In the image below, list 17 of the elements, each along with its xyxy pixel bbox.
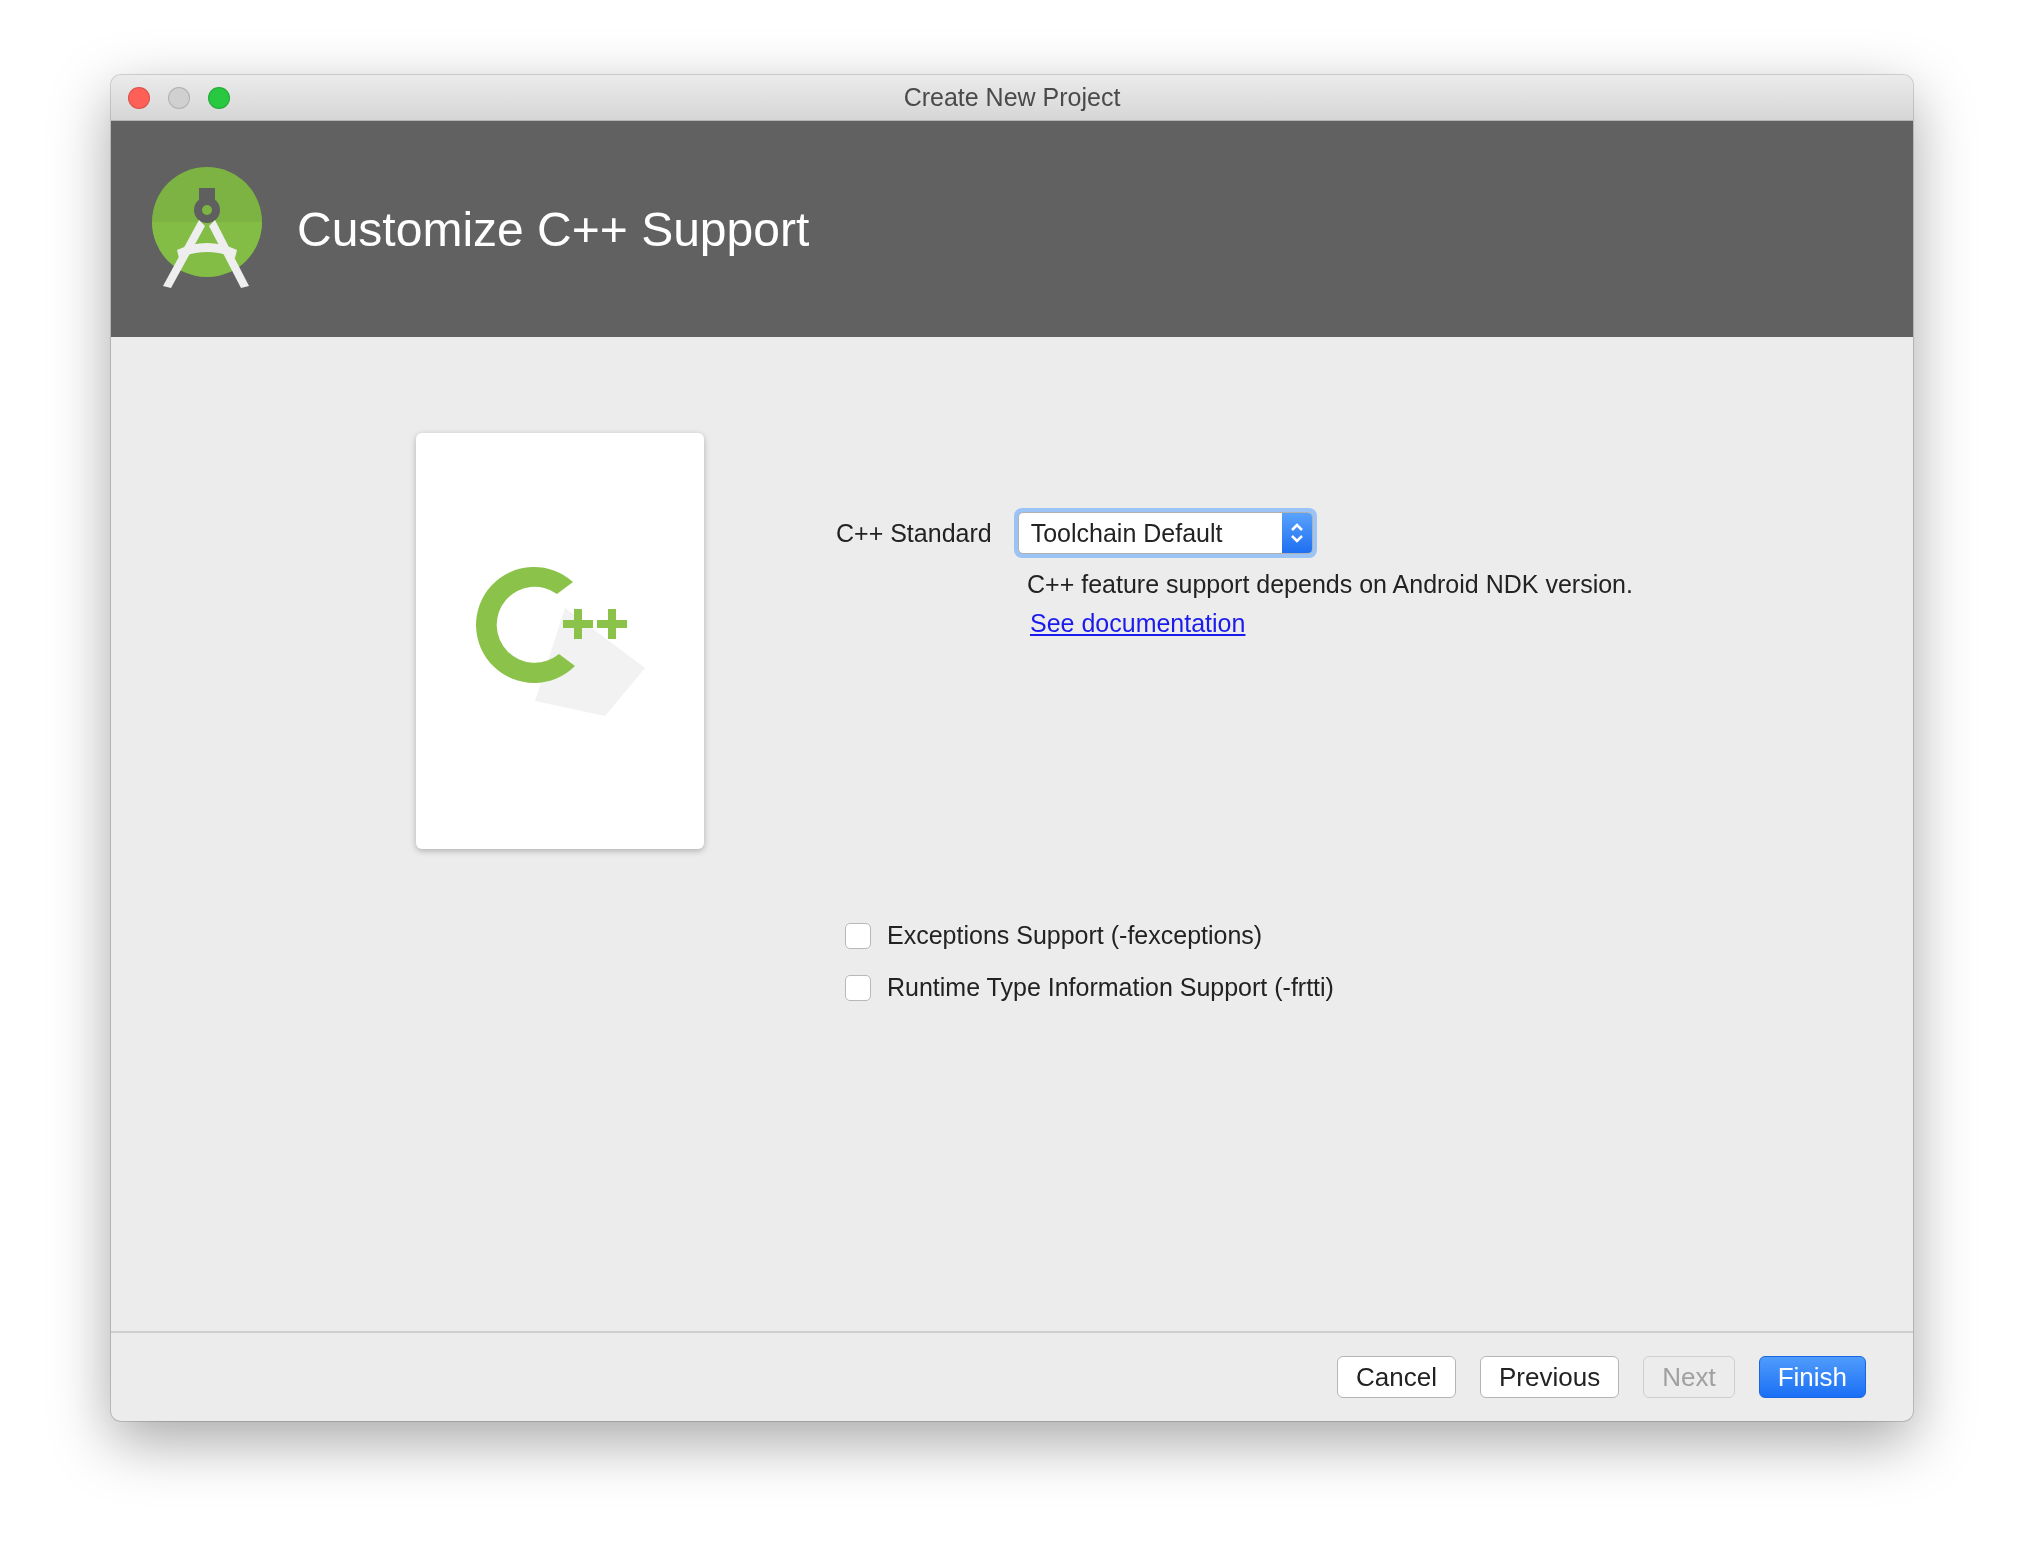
standard-dropdown[interactable]: Toolchain Default bbox=[1013, 508, 1317, 558]
dialog-button[interactable]: Previous bbox=[1480, 1356, 1620, 1398]
stepper-icon bbox=[1281, 513, 1312, 553]
hint-text: C++ feature support depends on Android NDK version. bbox=[1027, 570, 1633, 599]
checkbox-label: Runtime Type Information Support (-frtti) bbox=[887, 973, 1334, 1002]
page-title: Customize C++ Support bbox=[297, 201, 810, 257]
checkbox[interactable] bbox=[845, 974, 871, 1001]
close-button[interactable] bbox=[128, 86, 150, 109]
primary-button[interactable]: Finish bbox=[1758, 1356, 1866, 1398]
checkbox-label: Exceptions Support (-fexceptions) bbox=[887, 921, 1263, 950]
dialog-button[interactable]: Cancel bbox=[1337, 1356, 1456, 1398]
zoom-button[interactable] bbox=[208, 86, 230, 109]
field-label: C++ Standard bbox=[836, 518, 992, 548]
minimize-button[interactable] bbox=[168, 86, 190, 109]
window-title: Create New Project bbox=[902, 83, 1122, 112]
checkbox[interactable] bbox=[845, 922, 871, 949]
documentation-link[interactable]: See documentation bbox=[1030, 609, 1246, 638]
